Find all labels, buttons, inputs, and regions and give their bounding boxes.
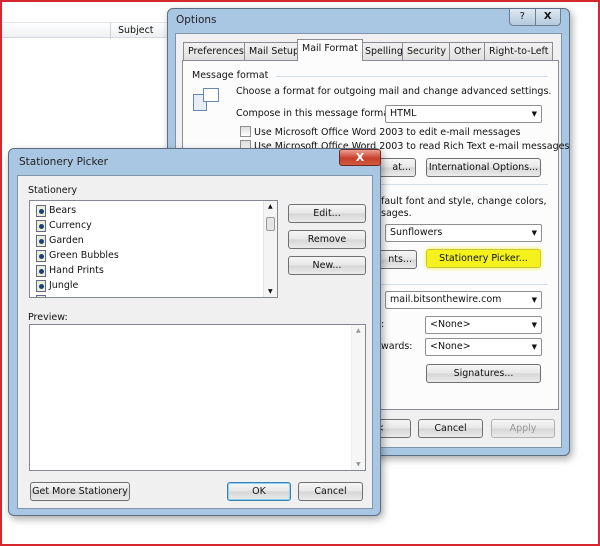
remove-button[interactable]: Remove [288, 230, 366, 249]
stationery-label: Stationery [28, 185, 78, 196]
stationery-list[interactable]: Bears Currency Garden Green Bubbles Hand… [29, 200, 278, 298]
new-button[interactable]: New... [288, 256, 366, 275]
caption-buttons: ? X [509, 9, 561, 26]
close-icon: X [355, 151, 365, 164]
chevron-down-icon: ▼ [531, 229, 537, 237]
signatures-button[interactable]: Signatures... [426, 364, 541, 383]
replies-signature-select[interactable]: <None> ▼ [425, 338, 542, 356]
list-item[interactable]: Green Bubbles [30, 248, 277, 263]
word-edit-label: Use Microsoft Office Word 2003 to edit e… [254, 127, 521, 138]
apply-button[interactable]: Apply [491, 419, 555, 438]
stationery-description-2: sages. [381, 208, 412, 219]
replies-signature-value: <None> [430, 341, 471, 352]
cancel-button[interactable]: Cancel [418, 419, 483, 438]
preview-pane: ▲ ▼ [29, 324, 366, 471]
account-value: mail.bitsonthewire.com [390, 294, 502, 305]
tab-mail-setup[interactable]: Mail Setup [244, 42, 304, 60]
item-label: Hand Prints [49, 265, 104, 276]
close-button[interactable]: X [339, 149, 381, 166]
list-scrollbar[interactable]: ▲ ▼ [263, 201, 277, 297]
preview-scrollbar[interactable]: ▲ ▼ [351, 325, 365, 470]
item-label: Jungle [49, 280, 79, 291]
preview-label: Preview: [28, 312, 68, 323]
ok-button[interactable]: OK [227, 482, 291, 501]
item-label: Garden [49, 235, 84, 246]
message-format-description: Choose a format for outgoing mail and ch… [236, 86, 552, 97]
mail-envelope-icon [193, 86, 221, 112]
get-more-stationery-button[interactable]: Get More Stationery [30, 482, 130, 501]
tab-preferences[interactable]: Preferences [183, 42, 249, 60]
stationery-picker-button[interactable]: Stationery Picker... [426, 249, 541, 268]
stationery-picker-dialog: Stationery Picker X Stationery Bears Cur… [8, 148, 381, 516]
tab-security[interactable]: Security [402, 42, 452, 60]
list-item[interactable] [30, 293, 277, 297]
scroll-down-icon[interactable]: ▼ [356, 461, 361, 468]
item-label: Currency [49, 220, 92, 231]
subject-column-header[interactable]: Subject [118, 25, 154, 36]
new-messages-signature-label: : [381, 319, 385, 330]
chevron-down-icon: ▼ [531, 110, 537, 118]
tab-right-to-left[interactable]: Right-to-Left [484, 42, 554, 60]
list-item[interactable]: Currency [30, 218, 277, 233]
cancel-button[interactable]: Cancel [298, 482, 363, 501]
new-messages-signature-select[interactable]: <None> ▼ [425, 316, 542, 334]
tab-mail-format[interactable]: Mail Format [297, 39, 363, 61]
international-options-button[interactable]: International Options... [426, 158, 541, 177]
scroll-up-icon[interactable]: ▲ [268, 203, 273, 210]
list-item[interactable]: Bears [30, 203, 277, 218]
options-title: Options [176, 14, 217, 26]
close-button[interactable]: X [536, 9, 561, 25]
stationery-icon [36, 249, 46, 262]
new-messages-signature-value: <None> [430, 319, 471, 330]
stationery-icon [36, 204, 46, 217]
stationery-picker-title: Stationery Picker [19, 156, 108, 168]
scroll-down-icon[interactable]: ▼ [268, 288, 273, 295]
list-item[interactable]: Garden [30, 233, 277, 248]
stationery-value: Sunflowers [390, 227, 443, 238]
item-label: Bears [49, 205, 77, 216]
scroll-up-icon[interactable]: ▲ [356, 327, 361, 334]
account-select[interactable]: mail.bitsonthewire.com ▼ [385, 291, 542, 309]
item-label: Green Bubbles [49, 250, 119, 261]
word-edit-checkbox[interactable]: Use Microsoft Office Word 2003 to edit e… [240, 126, 521, 138]
chevron-down-icon: ▼ [531, 343, 537, 351]
stationery-description: fault font and style, change colors, [381, 196, 547, 207]
tab-other[interactable]: Other [449, 42, 486, 60]
chevron-down-icon: ▼ [531, 321, 537, 329]
column-divider[interactable] [110, 23, 111, 39]
stationery-icon [36, 279, 46, 292]
stationery-select[interactable]: Sunflowers ▼ [385, 224, 542, 242]
stationery-icon [36, 294, 46, 297]
chevron-down-icon: ▼ [531, 296, 537, 304]
list-item[interactable]: Jungle [30, 278, 277, 293]
stationery-icon [36, 219, 46, 232]
tab-spelling[interactable]: Spelling [360, 42, 408, 60]
message-list-header: Subject [2, 22, 172, 39]
list-item[interactable]: Hand Prints [30, 263, 277, 278]
stationery-icon [36, 264, 46, 277]
replies-signature-label: wards: [381, 341, 413, 352]
scroll-thumb[interactable] [266, 217, 275, 231]
compose-format-select[interactable]: HTML ▼ [385, 105, 542, 123]
stationery-icon [36, 234, 46, 247]
message-format-label: Message format [192, 70, 269, 81]
compose-format-value: HTML [390, 108, 417, 119]
compose-format-label: Compose in this message format: [236, 108, 397, 119]
help-button[interactable]: ? [510, 9, 536, 25]
edit-button[interactable]: Edit... [288, 204, 366, 223]
